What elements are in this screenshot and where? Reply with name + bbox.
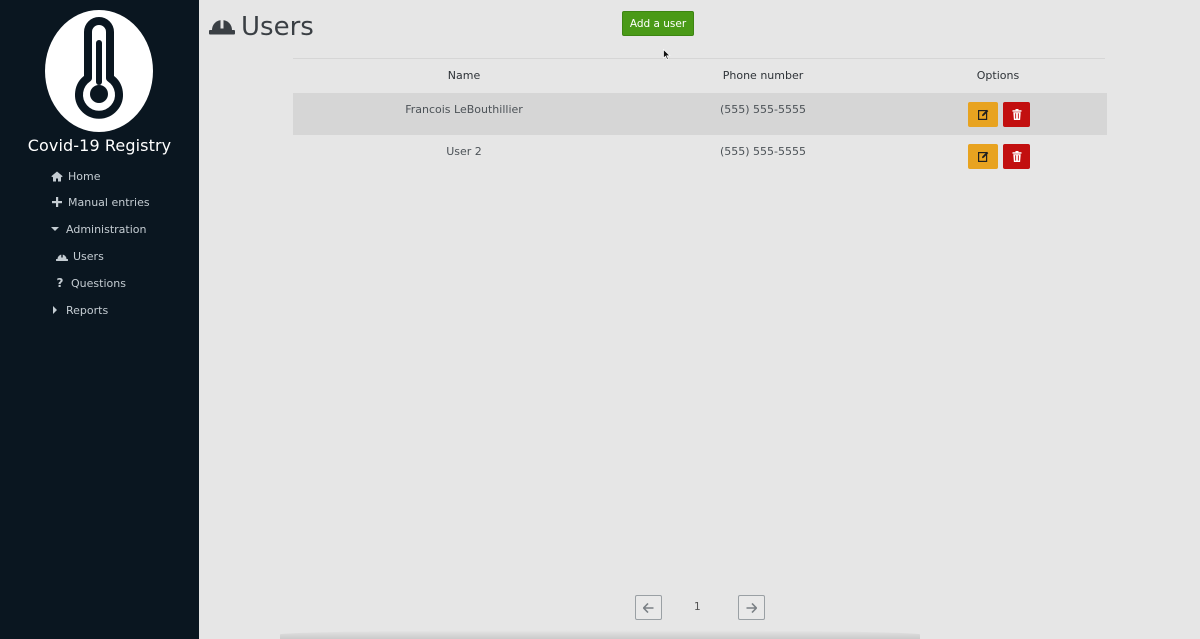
delete-button[interactable] bbox=[1003, 144, 1030, 169]
table-row: Francois LeBouthillier (555) 555-5555 bbox=[293, 93, 1107, 135]
trash-icon bbox=[1012, 151, 1021, 162]
sidebar-item-label: Users bbox=[73, 249, 104, 263]
sidebar-item-reports[interactable]: Reports bbox=[49, 300, 108, 320]
table-row: User 2 (555) 555-5555 bbox=[293, 135, 1107, 177]
current-page-number[interactable]: 1 bbox=[694, 601, 701, 613]
sidebar-item-label: Questions bbox=[71, 276, 126, 290]
caret-down-icon bbox=[49, 226, 61, 232]
edit-icon bbox=[977, 109, 988, 120]
edit-button[interactable] bbox=[968, 102, 998, 127]
user-name: User 2 bbox=[446, 145, 482, 158]
page-header: Users bbox=[209, 10, 314, 44]
question-icon: ? bbox=[56, 276, 64, 290]
sidebar-item-administration[interactable]: Administration bbox=[49, 219, 147, 239]
page-title: Users bbox=[241, 12, 314, 42]
home-icon bbox=[51, 171, 63, 182]
sidebar-item-questions[interactable]: ? Questions bbox=[54, 273, 126, 293]
table-divider bbox=[293, 58, 1105, 59]
previous-page-button[interactable] bbox=[635, 595, 662, 620]
sidebar-item-label: Reports bbox=[66, 303, 109, 317]
column-header-options: Options bbox=[976, 69, 1020, 82]
sidebar-item-users[interactable]: Users bbox=[56, 246, 104, 266]
caret-right-icon bbox=[49, 306, 61, 314]
sidebar: Covid-19 Registry Home Manual entries Ad… bbox=[0, 0, 199, 639]
mouse-cursor-icon bbox=[663, 46, 671, 65]
user-name: Francois LeBouthillier bbox=[405, 103, 523, 116]
hard-hat-icon bbox=[56, 252, 68, 261]
sidebar-item-home[interactable]: Home bbox=[51, 166, 100, 186]
delete-button[interactable] bbox=[1003, 102, 1030, 127]
user-phone: (555) 555-5555 bbox=[719, 145, 807, 158]
hard-hat-icon bbox=[209, 16, 235, 39]
sidebar-item-manual-entries[interactable]: Manual entries bbox=[51, 192, 150, 212]
bottom-shadow bbox=[280, 630, 920, 639]
trash-icon bbox=[1012, 109, 1021, 120]
next-page-button[interactable] bbox=[738, 595, 765, 620]
sidebar-item-label: Home bbox=[68, 169, 101, 183]
sidebar-item-label: Administration bbox=[66, 222, 147, 236]
user-phone: (555) 555-5555 bbox=[719, 103, 807, 116]
arrow-right-icon bbox=[746, 602, 757, 613]
arrow-left-icon bbox=[643, 602, 654, 613]
edit-button[interactable] bbox=[968, 144, 998, 169]
thermometer-logo-icon bbox=[44, 10, 154, 132]
add-user-button[interactable]: Add a user bbox=[622, 11, 694, 36]
column-header-name[interactable]: Name bbox=[448, 69, 480, 82]
plus-icon bbox=[51, 197, 63, 207]
edit-icon bbox=[977, 151, 988, 162]
app-title: Covid-19 Registry bbox=[27, 136, 172, 155]
column-header-phone[interactable]: Phone number bbox=[723, 69, 804, 82]
sidebar-item-label: Manual entries bbox=[68, 195, 150, 209]
